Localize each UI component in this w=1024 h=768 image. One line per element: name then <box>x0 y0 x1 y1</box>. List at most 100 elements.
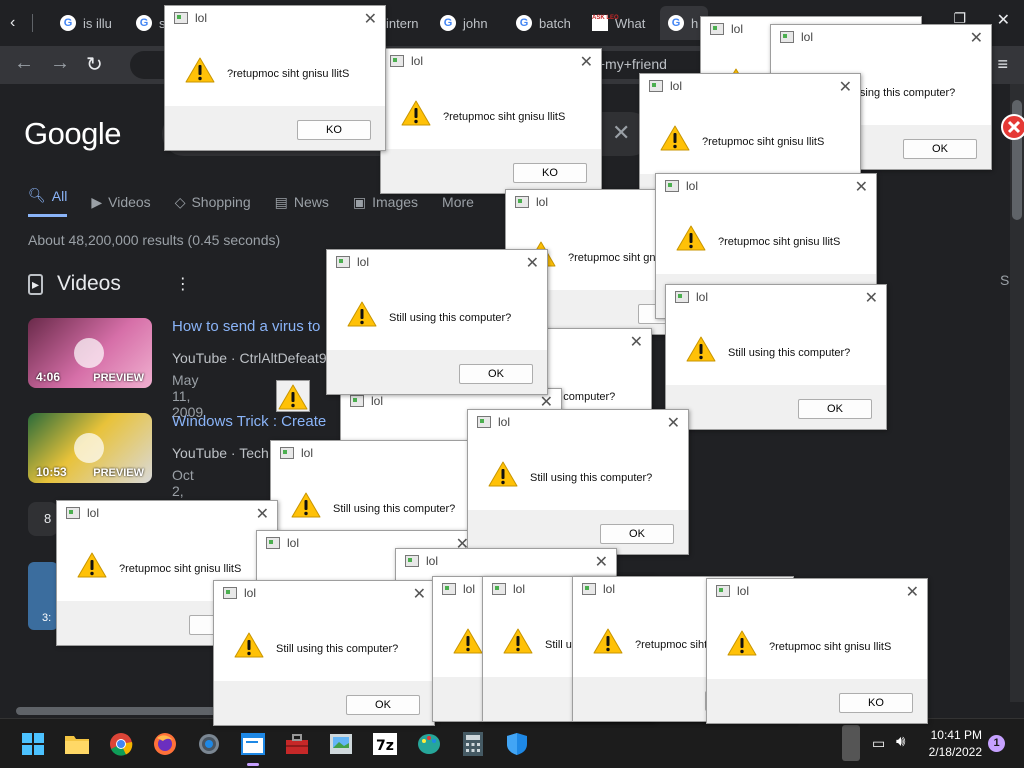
chrome-icon[interactable] <box>108 731 134 757</box>
message-dialog[interactable]: lol ✕ ?retupmoc siht gnisu llitS KO <box>164 5 386 151</box>
message-dialog[interactable]: lol ✕ Still using this computer? OK <box>213 580 435 726</box>
ok-button[interactable]: OK <box>798 399 872 419</box>
dialog-body: ?retupmoc siht gnisu llitS <box>381 75 601 149</box>
forward-icon[interactable]: → <box>50 52 70 75</box>
app-icon <box>390 55 404 67</box>
dialog-titlebar[interactable]: lol✕ <box>656 174 876 200</box>
clear-search-icon[interactable]: ✕ <box>612 120 630 146</box>
video-thumbnail[interactable]: 3: <box>28 562 58 630</box>
ok-button[interactable]: OK <box>459 364 533 384</box>
tab-shopping[interactable]: ◇ Shopping <box>175 187 251 217</box>
dialog-title: lol <box>536 195 549 209</box>
close-icon[interactable]: ✕ <box>580 52 593 72</box>
ok-button[interactable]: OK <box>600 524 674 544</box>
video-title[interactable]: How to send a virus to <box>172 318 320 335</box>
defender-icon[interactable] <box>504 731 530 757</box>
google-logo[interactable]: Google <box>24 116 121 152</box>
close-icon[interactable]: ✕ <box>595 552 608 572</box>
network-icon[interactable]: ▭ <box>872 735 885 752</box>
news-icon: ▤ <box>274 193 288 210</box>
dialog-title: lol <box>301 446 314 460</box>
more-videos-count[interactable]: 8 <box>28 502 58 536</box>
close-icon[interactable]: ✕ <box>906 582 919 602</box>
ask-leo-icon: ASK LEO <box>592 15 619 31</box>
firefox-icon[interactable] <box>152 731 178 757</box>
message-dialog[interactable]: lol ✕ Still using this computer? OK <box>326 249 548 395</box>
close-icon[interactable]: ✕ <box>865 288 878 308</box>
close-icon[interactable]: ✕ <box>839 77 852 97</box>
back-icon[interactable]: ← <box>14 52 34 75</box>
browser-tab[interactable]: Gs <box>128 6 168 40</box>
vertical-scrollbar[interactable] <box>1010 84 1024 702</box>
more-options-icon[interactable]: ⋮ <box>175 274 191 294</box>
ok-button[interactable]: KO <box>839 693 913 713</box>
dialog-title: lol <box>603 582 616 596</box>
close-icon[interactable]: ✕ <box>667 413 680 433</box>
dialog-titlebar[interactable]: lol ✕ <box>57 501 277 527</box>
video-thumbnail[interactable]: 10:53 PREVIEW <box>28 413 152 483</box>
close-icon[interactable]: ✕ <box>256 504 269 524</box>
browser-tab[interactable]: Gbatch <box>508 6 588 40</box>
close-icon[interactable]: ✕ <box>526 253 539 273</box>
toolbox-icon[interactable] <box>284 731 310 757</box>
tab-scroll-left-icon[interactable]: ‹ <box>10 14 15 32</box>
app-icon <box>477 416 491 428</box>
dialog-titlebar[interactable]: lol ✕ <box>381 49 601 75</box>
browser-tab[interactable]: Gjohn <box>432 6 504 40</box>
notepad-icon[interactable] <box>240 731 266 766</box>
browser-tab[interactable]: ASK LEO What <box>584 6 660 40</box>
menu-icon[interactable]: ≡ <box>997 54 1008 75</box>
file-explorer-icon[interactable] <box>64 731 90 757</box>
notification-badge[interactable]: 1 <box>988 735 1005 752</box>
dialog-titlebar[interactable]: lol ✕ <box>666 285 886 311</box>
close-icon[interactable]: ✕ <box>970 28 983 48</box>
tab-videos[interactable]: ▶︎ Videos <box>91 187 150 217</box>
system-clock[interactable]: 10:41 PM 2/18/2022 <box>922 727 982 761</box>
dialog-title: lol <box>696 290 709 304</box>
dialog-titlebar[interactable]: lol✕ <box>771 25 991 51</box>
tab-all[interactable]: 🔍︎ All <box>28 187 68 217</box>
calculator-icon[interactable] <box>460 731 486 757</box>
dialog-title: lol <box>195 11 208 25</box>
ok-button[interactable]: KO <box>297 120 371 140</box>
message-dialog[interactable]: lol ✕ Still using this computer? OK <box>665 284 887 430</box>
dialog-titlebar[interactable]: lol✕ <box>707 579 927 605</box>
video-thumbnail[interactable]: 4:06 PREVIEW <box>28 318 152 388</box>
7zip-icon[interactable]: 7z <box>372 731 398 757</box>
browser-tab[interactable]: Gis illu <box>52 6 132 40</box>
app-icon <box>405 555 419 567</box>
paint-icon[interactable] <box>416 731 442 757</box>
settings-icon[interactable] <box>196 731 222 757</box>
message-dialog[interactable]: lol ✕ ?retupmoc siht gnisu llitS KO <box>380 48 602 194</box>
videos-section-heading: ▸ Videos ⋮ <box>28 272 191 296</box>
ok-button[interactable]: OK <box>903 139 977 159</box>
dialog-titlebar[interactable]: lol✕ <box>327 250 547 276</box>
dialog-titlebar[interactable]: lol✕ <box>271 441 491 467</box>
dialog-titlebar[interactable]: lol✕ <box>640 74 860 100</box>
dialog-titlebar[interactable]: lol✕ <box>468 410 688 436</box>
volume-icon[interactable]: 🔊︎ <box>896 733 905 750</box>
video-title[interactable]: Windows Trick : Create <box>172 413 326 430</box>
dialog-title: lol <box>513 582 526 596</box>
close-icon[interactable]: ✕ <box>413 584 426 604</box>
dialog-titlebar[interactable]: lol ✕ <box>165 6 385 32</box>
close-icon[interactable]: ✕ <box>630 332 643 352</box>
tray-overflow[interactable] <box>842 725 860 761</box>
dialog-title: lol <box>411 54 424 68</box>
window-close-icon[interactable]: ✕ <box>997 10 1010 30</box>
close-icon[interactable]: ✕ <box>364 9 377 29</box>
video-source: YouTube · CtrlAltDefeat9 <box>172 350 327 366</box>
start-icon[interactable] <box>20 731 46 757</box>
image-viewer-icon[interactable] <box>328 731 354 757</box>
dialog-titlebar[interactable]: lol✕ <box>396 549 616 575</box>
reload-icon[interactable]: ↻ <box>86 52 103 77</box>
close-icon[interactable]: ✕ <box>855 177 868 197</box>
message-dialog[interactable]: lol ✕ Still using this computer? OK <box>467 409 689 555</box>
ok-button[interactable]: KO <box>513 163 587 183</box>
dialog-titlebar[interactable]: lol✕ <box>214 581 434 607</box>
ok-button[interactable]: OK <box>346 695 420 715</box>
tab-news[interactable]: ▤ News <box>275 187 329 217</box>
dialog-title: lol <box>87 506 100 520</box>
app-icon <box>266 537 280 549</box>
message-dialog[interactable]: lol ✕ ?retupmoc siht gnisu llitS KO <box>706 578 928 724</box>
